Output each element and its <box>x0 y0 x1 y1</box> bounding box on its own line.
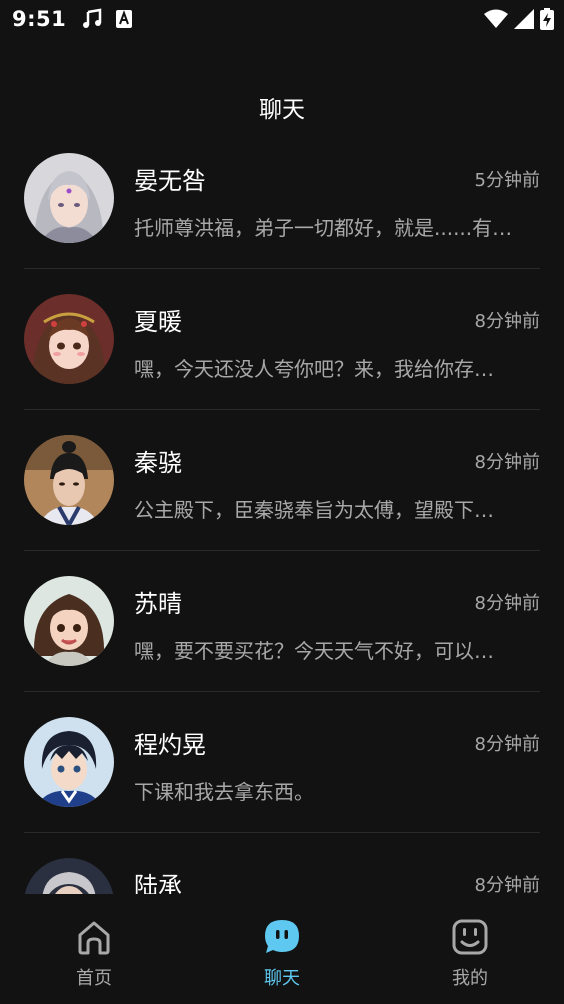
status-bar: 9:51 <box>0 0 564 38</box>
avatar[interactable] <box>24 858 114 894</box>
avatar[interactable] <box>24 717 114 807</box>
chat-bubble-icon <box>265 920 299 953</box>
status-time: 9:51 <box>12 7 67 31</box>
a-notification-icon <box>116 10 133 28</box>
chat-list[interactable]: 晏无咎 5分钟前 托师尊洪福，弟子一切都好，就是......有… 夏暖 8分钟前… <box>0 128 564 894</box>
wifi-icon <box>484 9 508 28</box>
chat-item[interactable]: 秦骁 8分钟前 公主殿下，臣秦骁奉旨为太傅，望殿下… <box>0 410 564 551</box>
nav-chat-label: 聊天 <box>264 968 300 989</box>
avatar[interactable] <box>24 435 114 525</box>
battery-charging-icon <box>540 8 554 30</box>
chat-name: 夏暖 <box>134 308 182 336</box>
chat-preview: 托师尊洪福，弟子一切都好，就是......有… <box>134 216 513 240</box>
chat-time: 8分钟前 <box>474 593 540 614</box>
chat-preview: 公主殿下，臣秦骁奉旨为太傅，望殿下… <box>134 498 494 522</box>
chat-item[interactable]: 夏暖 8分钟前 嘿，今天还没人夸你吧？来，我给你存… <box>0 269 564 410</box>
chat-item[interactable]: 苏晴 8分钟前 嘿，要不要买花？今天天气不好，可以… <box>0 551 564 692</box>
nav-chat[interactable]: 聊天 <box>188 894 376 1004</box>
nav-mine-label: 我的 <box>452 968 488 989</box>
chat-preview: 嘿，要不要买花？今天天气不好，可以… <box>134 639 494 663</box>
avatar[interactable] <box>24 294 114 384</box>
page-title: 聊天 <box>259 97 305 123</box>
chat-preview: 嘿，今天还没人夸你吧？来，我给你存… <box>134 357 494 381</box>
home-icon <box>78 921 110 955</box>
nav-mine[interactable]: 我的 <box>376 894 564 1004</box>
smiley-face-icon <box>452 919 488 955</box>
chat-name: 苏晴 <box>134 590 182 618</box>
chat-name: 陆承 <box>134 872 182 894</box>
chat-item[interactable]: 晏无咎 5分钟前 托师尊洪福，弟子一切都好，就是......有… <box>0 128 564 269</box>
chat-time: 8分钟前 <box>474 734 540 755</box>
chat-time: 8分钟前 <box>474 452 540 473</box>
chat-name: 晏无咎 <box>134 167 206 195</box>
avatar[interactable] <box>24 153 114 243</box>
chat-item[interactable]: 陆承 8分钟前 <box>0 833 564 894</box>
chat-time: 5分钟前 <box>474 170 540 191</box>
chat-time: 8分钟前 <box>474 311 540 332</box>
chat-time: 8分钟前 <box>474 875 540 894</box>
nav-home[interactable]: 首页 <box>0 894 188 1004</box>
music-note-icon <box>83 8 102 28</box>
chat-item[interactable]: 程灼晃 8分钟前 下课和我去拿东西。 <box>0 692 564 833</box>
chat-name: 秦骁 <box>134 449 182 477</box>
chat-preview: 下课和我去拿东西。 <box>134 780 314 804</box>
signal-icon <box>514 9 534 29</box>
nav-home-label: 首页 <box>76 968 112 989</box>
bottom-nav: 首页 聊天 我的 <box>0 894 564 1004</box>
avatar[interactable] <box>24 576 114 666</box>
chat-name: 程灼晃 <box>134 731 206 759</box>
